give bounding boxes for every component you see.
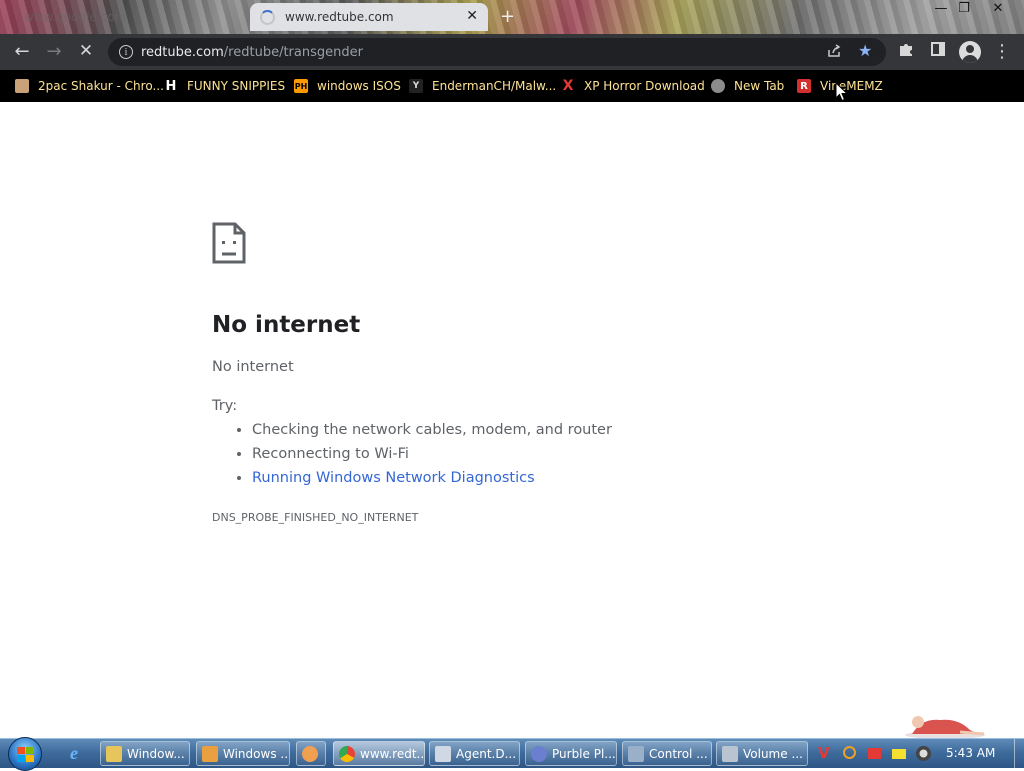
loading-spinner-icon	[260, 9, 275, 25]
error-page: No internet No internet Try: Checking th…	[0, 102, 1024, 739]
taskbar-label: Windows ...	[223, 746, 290, 761]
bookmarks-bar: 2pac Shakur - Chro... H FUNNY SNIPPIES P…	[0, 70, 1024, 102]
taskbar-windows-explorer[interactable]: Window...	[100, 741, 190, 766]
forward-icon[interactable]: →	[42, 41, 66, 62]
new-tab-button[interactable]: +	[500, 6, 515, 27]
control-panel-icon	[628, 745, 644, 762]
taskbar-volume[interactable]: Volume ...	[716, 741, 808, 766]
close-window-icon[interactable]: ✕	[987, 1, 1009, 16]
try-label: Try:	[212, 398, 238, 414]
taskbar-agent[interactable]: Agent.D...	[429, 741, 520, 766]
volume-icon	[722, 745, 738, 762]
show-desktop-button[interactable]	[1014, 739, 1024, 768]
chrome-icon	[339, 745, 355, 762]
bookmark-label: EndermanCH/Malw...	[432, 79, 557, 93]
star-icon[interactable]: ★	[858, 41, 872, 60]
bookmark-label: windows ISOS	[317, 79, 401, 93]
h-logo-icon: H	[165, 78, 177, 94]
desktop-pet-figure-icon	[905, 716, 985, 739]
error-subtitle: No internet	[212, 359, 294, 375]
close-tab-icon[interactable]: ✕	[466, 8, 478, 24]
bookmark-label: XP Horror Download	[584, 79, 705, 93]
address-bar[interactable]: i redtube.com/redtube/transgender ★	[108, 38, 886, 66]
taskbar-label: Purble Pl...	[552, 746, 616, 761]
bookmark-label: New Tab	[734, 79, 785, 93]
url-host: redtube.com	[141, 44, 224, 60]
x-logo-icon: X	[562, 78, 574, 94]
search-icon[interactable]	[843, 746, 856, 759]
minimize-icon[interactable]: —	[930, 1, 952, 16]
taskbar-label: Control ...	[649, 746, 708, 761]
taskbar-app[interactable]	[296, 741, 326, 766]
bookmark-label: FUNNY SNIPPIES	[187, 79, 286, 93]
taskbar-label: www.redt...	[360, 746, 425, 761]
flag-icon[interactable]	[868, 748, 881, 759]
browser-toolbar: ← → ✕ i redtube.com/redtube/transgender …	[0, 34, 1024, 70]
bookmark-xp-horror[interactable]: X XP Horror Download	[561, 76, 705, 96]
start-button[interactable]	[8, 737, 42, 771]
back-icon[interactable]: ←	[10, 41, 34, 62]
extensions-icon[interactable]	[894, 41, 918, 62]
windows-taskbar: e Window... Windows ... www.redt... Agen…	[0, 737, 1024, 771]
folder-icon	[106, 745, 122, 762]
side-panel-icon[interactable]	[926, 41, 950, 62]
stop-icon[interactable]: ✕	[74, 41, 98, 61]
ph-logo-icon: PH	[294, 79, 308, 93]
url-text[interactable]: redtube.com/redtube/transgender	[141, 45, 363, 60]
windows-logo-icon	[17, 755, 25, 762]
restore-icon[interactable]: ❐	[953, 1, 975, 16]
clock[interactable]: 5:43 AM	[946, 746, 995, 760]
error-code: DNS_PROBE_FINISHED_NO_INTERNET	[212, 511, 419, 524]
bookmark-endermanch[interactable]: Y EndermanCH/Malw...	[409, 76, 556, 96]
taskbar-chrome[interactable]: www.redt...	[333, 741, 425, 766]
globe-icon	[711, 79, 725, 93]
error-title: No internet	[212, 312, 361, 338]
tab-google[interactable]: www.google.com	[8, 3, 248, 31]
windows-logo-icon	[26, 747, 34, 754]
suggestion-item: Checking the network cables, modem, and …	[252, 418, 612, 442]
tab-redtube[interactable]: www.redtube.com ✕	[250, 3, 488, 31]
taskbar-label: Volume ...	[743, 746, 803, 761]
suggestion-item: Reconnecting to Wi-Fi	[252, 442, 612, 466]
bookmark-label: VineMEMZ	[820, 79, 883, 93]
menu-icon[interactable]: ⋮	[990, 41, 1014, 62]
app-icon	[302, 745, 318, 762]
tab-strip: www.google.com www.redtube.com ✕ + — ❐ ✕	[0, 0, 1024, 34]
speaker-icon[interactable]	[916, 746, 931, 761]
tab-title: www.google.com	[24, 10, 127, 24]
mouse-cursor-icon	[835, 82, 848, 102]
bookmark-new-tab[interactable]: New Tab	[711, 76, 784, 96]
purble-place-icon	[531, 745, 547, 762]
info-icon[interactable]: i	[119, 45, 133, 59]
taskbar-control-panel[interactable]: Control ...	[622, 741, 712, 766]
y-logo-icon: Y	[409, 79, 423, 93]
taskbar-label: Window...	[127, 746, 185, 761]
r-logo-icon: R	[797, 79, 811, 93]
v-icon[interactable]: V	[818, 744, 833, 762]
windows-logo-icon	[17, 747, 25, 754]
url-path: /redtube/transgender	[223, 44, 363, 60]
taskbar-windows-media[interactable]: Windows ...	[196, 741, 290, 766]
sad-document-icon	[212, 222, 246, 264]
photo-icon	[15, 79, 29, 93]
windows-logo-icon	[26, 755, 34, 762]
suggestion-item: Running Windows Network Diagnostics	[252, 466, 612, 490]
network-diagnostics-link[interactable]: Running Windows Network Diagnostics	[252, 470, 535, 486]
battery-icon[interactable]	[892, 749, 906, 759]
bookmark-label: 2pac Shakur - Chro...	[38, 79, 164, 93]
profile-icon[interactable]	[959, 41, 981, 63]
bookmark-windows-isos[interactable]: PH windows ISOS	[294, 76, 401, 96]
taskbar-label: Agent.D...	[456, 746, 517, 761]
window-icon	[435, 745, 451, 762]
tab-title: www.redtube.com	[285, 10, 394, 24]
suggestion-list: Checking the network cables, modem, and …	[212, 418, 612, 490]
internet-explorer-icon[interactable]: e	[70, 743, 78, 764]
media-player-icon	[202, 745, 218, 762]
bookmark-funny-snippies[interactable]: H FUNNY SNIPPIES	[164, 76, 286, 96]
share-icon[interactable]	[826, 43, 842, 63]
bookmark-2pac[interactable]: 2pac Shakur - Chro...	[15, 76, 164, 96]
taskbar-purble-place[interactable]: Purble Pl...	[525, 741, 617, 766]
